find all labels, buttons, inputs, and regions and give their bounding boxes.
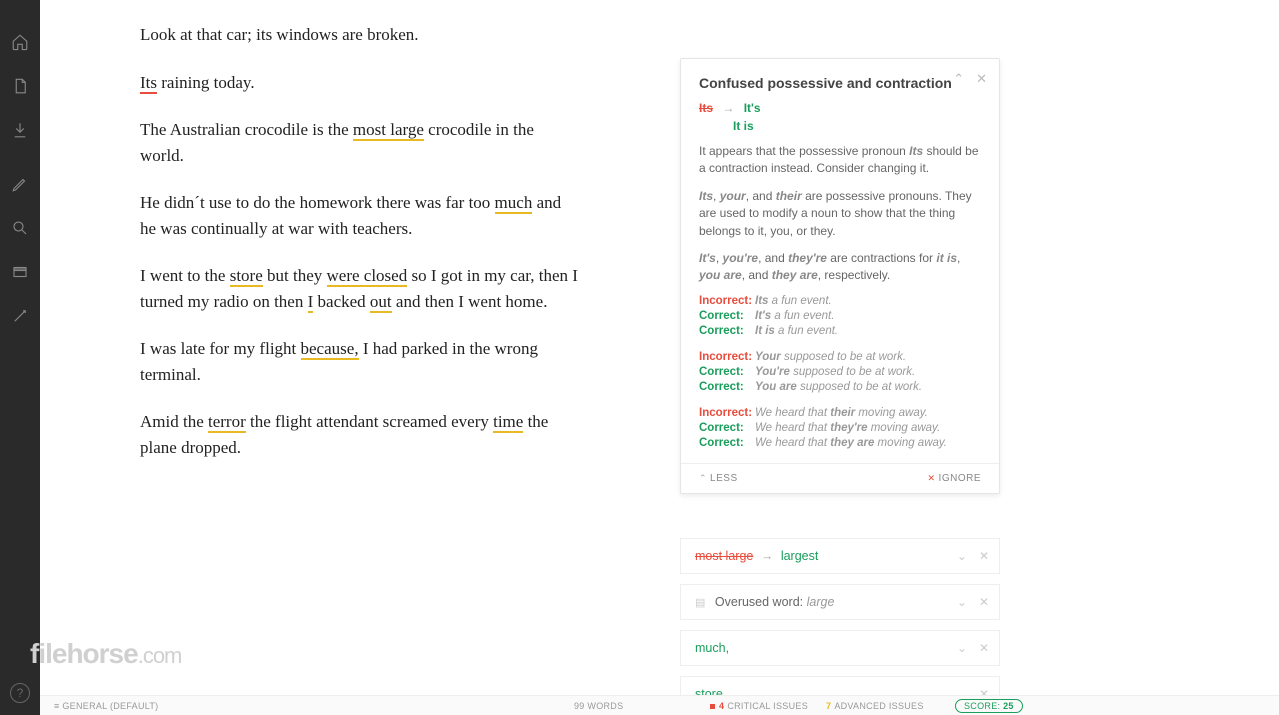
mini-card[interactable]: ▤ ⌄ ✕ Overused word: large (680, 584, 1000, 620)
mini-text: Overused word: (715, 595, 807, 609)
paragraph[interactable]: I was late for my flight because, I had … (140, 336, 580, 387)
status-bar: ≡ GENERAL (DEFAULT) 99 WORDS 4CRITICAL I… (40, 695, 1279, 715)
close-icon[interactable]: ✕ (979, 595, 989, 609)
paragraph[interactable]: He didn´t use to do the homework there w… (140, 190, 580, 241)
mini-word: much, (695, 641, 729, 655)
error-underline[interactable]: terror (208, 412, 246, 433)
mini-to: largest (781, 549, 819, 563)
paragraph[interactable]: Amid the terror the flight attendant scr… (140, 409, 580, 460)
suggestion-from: Its (699, 101, 713, 115)
expand-icon[interactable]: ⌄ (957, 595, 967, 609)
mini-card[interactable]: ⌄ ✕ most large → largest (680, 538, 1000, 574)
suggestion-line: Its → It's (699, 101, 981, 115)
watermark: filehorse.com (30, 638, 181, 670)
score-badge[interactable]: SCORE: 25 (955, 699, 1023, 713)
mini-from: most large (695, 549, 753, 563)
less-button[interactable]: LESS (699, 473, 738, 484)
example-block: Incorrect:We heard that their moving awa… (699, 407, 981, 449)
explanation: Its, your, and their are possessive pron… (699, 188, 981, 240)
error-underline[interactable]: out (370, 292, 392, 313)
error-underline[interactable]: much (495, 193, 533, 214)
arrow-icon: → (761, 549, 774, 563)
close-icon[interactable]: ✕ (979, 549, 989, 563)
error-underline[interactable]: store (230, 266, 263, 287)
close-icon[interactable]: ✕ (979, 641, 989, 655)
note-icon: ▤ (695, 597, 705, 609)
paragraph[interactable]: I went to the store but they were closed… (140, 263, 580, 314)
pen-icon[interactable] (10, 174, 30, 194)
suggestion-to[interactable]: It's (744, 101, 761, 115)
mini-word: large (807, 595, 835, 609)
ignore-button[interactable]: IGNORE (928, 473, 982, 484)
suggestion-card: ⌃ ✕ Confused possessive and contraction … (680, 58, 1000, 494)
help-label: ? (17, 686, 24, 700)
advanced-issues[interactable]: 7ADVANCED ISSUES (826, 701, 924, 711)
suggestion-pane: ⌃ ✕ Confused possessive and contraction … (680, 58, 1000, 712)
wand-icon[interactable] (10, 306, 30, 326)
error-underline[interactable]: Its (140, 73, 157, 94)
error-underline[interactable]: time (493, 412, 523, 433)
download-icon[interactable] (10, 120, 30, 140)
collapse-icon[interactable]: ⌃ (953, 71, 964, 87)
mini-card[interactable]: ⌄ ✕ much, (680, 630, 1000, 666)
error-underline[interactable]: most large (353, 120, 424, 141)
word-count: 99 WORDS (574, 701, 623, 711)
example-block: Incorrect:Its a fun event. Correct:It's … (699, 295, 981, 337)
book-icon[interactable] (10, 262, 30, 282)
expand-icon[interactable]: ⌄ (957, 549, 967, 563)
help-icon[interactable]: ? (10, 683, 30, 703)
search-icon[interactable] (10, 218, 30, 238)
error-underline[interactable]: because, (301, 339, 359, 360)
suggestion-alt[interactable]: It is (733, 119, 754, 133)
explanation: It appears that the possessive pronoun I… (699, 143, 981, 178)
paragraph[interactable]: Look at that car; its windows are broken… (140, 22, 580, 48)
critical-issues[interactable]: 4CRITICAL ISSUES (710, 701, 808, 711)
document-icon[interactable] (10, 76, 30, 96)
arrow-icon: → (722, 101, 734, 115)
card-title: Confused possessive and contraction (699, 75, 981, 91)
error-underline[interactable]: were closed (327, 266, 408, 287)
explanation: It's, you're, and they're are contractio… (699, 250, 981, 285)
paragraph[interactable]: The Australian crocodile is the most lar… (140, 117, 580, 168)
expand-icon[interactable]: ⌄ (957, 641, 967, 655)
card-footer: LESS IGNORE (681, 463, 999, 493)
app-sidebar: ? (0, 0, 40, 715)
document-type[interactable]: ≡ GENERAL (DEFAULT) (54, 701, 158, 711)
home-icon[interactable] (10, 32, 30, 52)
close-icon[interactable]: ✕ (976, 71, 987, 87)
paragraph[interactable]: Its raining today. (140, 70, 580, 96)
editor-area[interactable]: Look at that car; its windows are broken… (40, 0, 680, 695)
example-block: Incorrect:Your supposed to be at work. C… (699, 351, 981, 393)
